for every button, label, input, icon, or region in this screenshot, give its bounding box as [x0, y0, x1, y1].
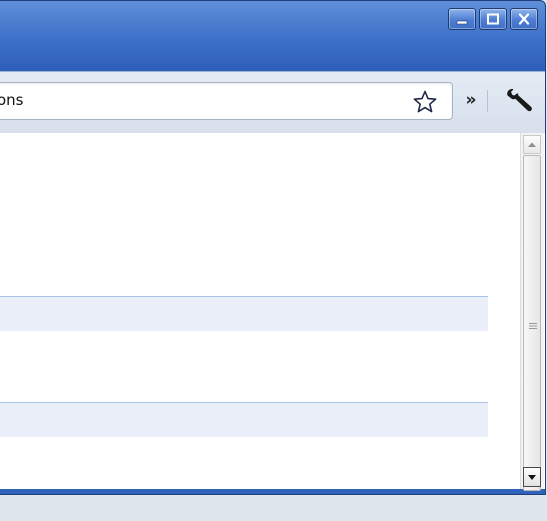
star-icon — [413, 90, 437, 113]
close-icon — [518, 13, 530, 25]
minimize-button[interactable] — [448, 8, 476, 30]
settings-menu-button[interactable] — [503, 86, 535, 116]
toolbar-separator — [487, 90, 488, 112]
address-bar[interactable]: ons — [0, 82, 453, 120]
minimize-icon — [456, 20, 468, 25]
highlighted-row — [0, 402, 488, 437]
triangle-up-icon — [528, 142, 536, 147]
close-button[interactable] — [510, 8, 538, 30]
scrollbar-thumb[interactable] — [523, 155, 541, 491]
bookmarks-overflow-button[interactable]: » — [459, 88, 483, 112]
address-text: ons — [0, 91, 24, 109]
vertical-scrollbar[interactable] — [520, 133, 544, 491]
triangle-down-icon — [528, 475, 536, 480]
maximize-button[interactable] — [479, 8, 507, 30]
highlighted-row — [0, 296, 488, 331]
caption-buttons — [448, 8, 538, 30]
wrench-icon — [507, 89, 532, 112]
browser-toolbar: ons » — [0, 71, 545, 135]
maximize-icon — [487, 13, 499, 25]
grip-icon — [529, 323, 537, 329]
scroll-down-button[interactable] — [523, 467, 541, 487]
page-content — [0, 133, 545, 489]
bookmark-star-button[interactable] — [412, 89, 438, 119]
scroll-up-button[interactable] — [523, 135, 541, 154]
